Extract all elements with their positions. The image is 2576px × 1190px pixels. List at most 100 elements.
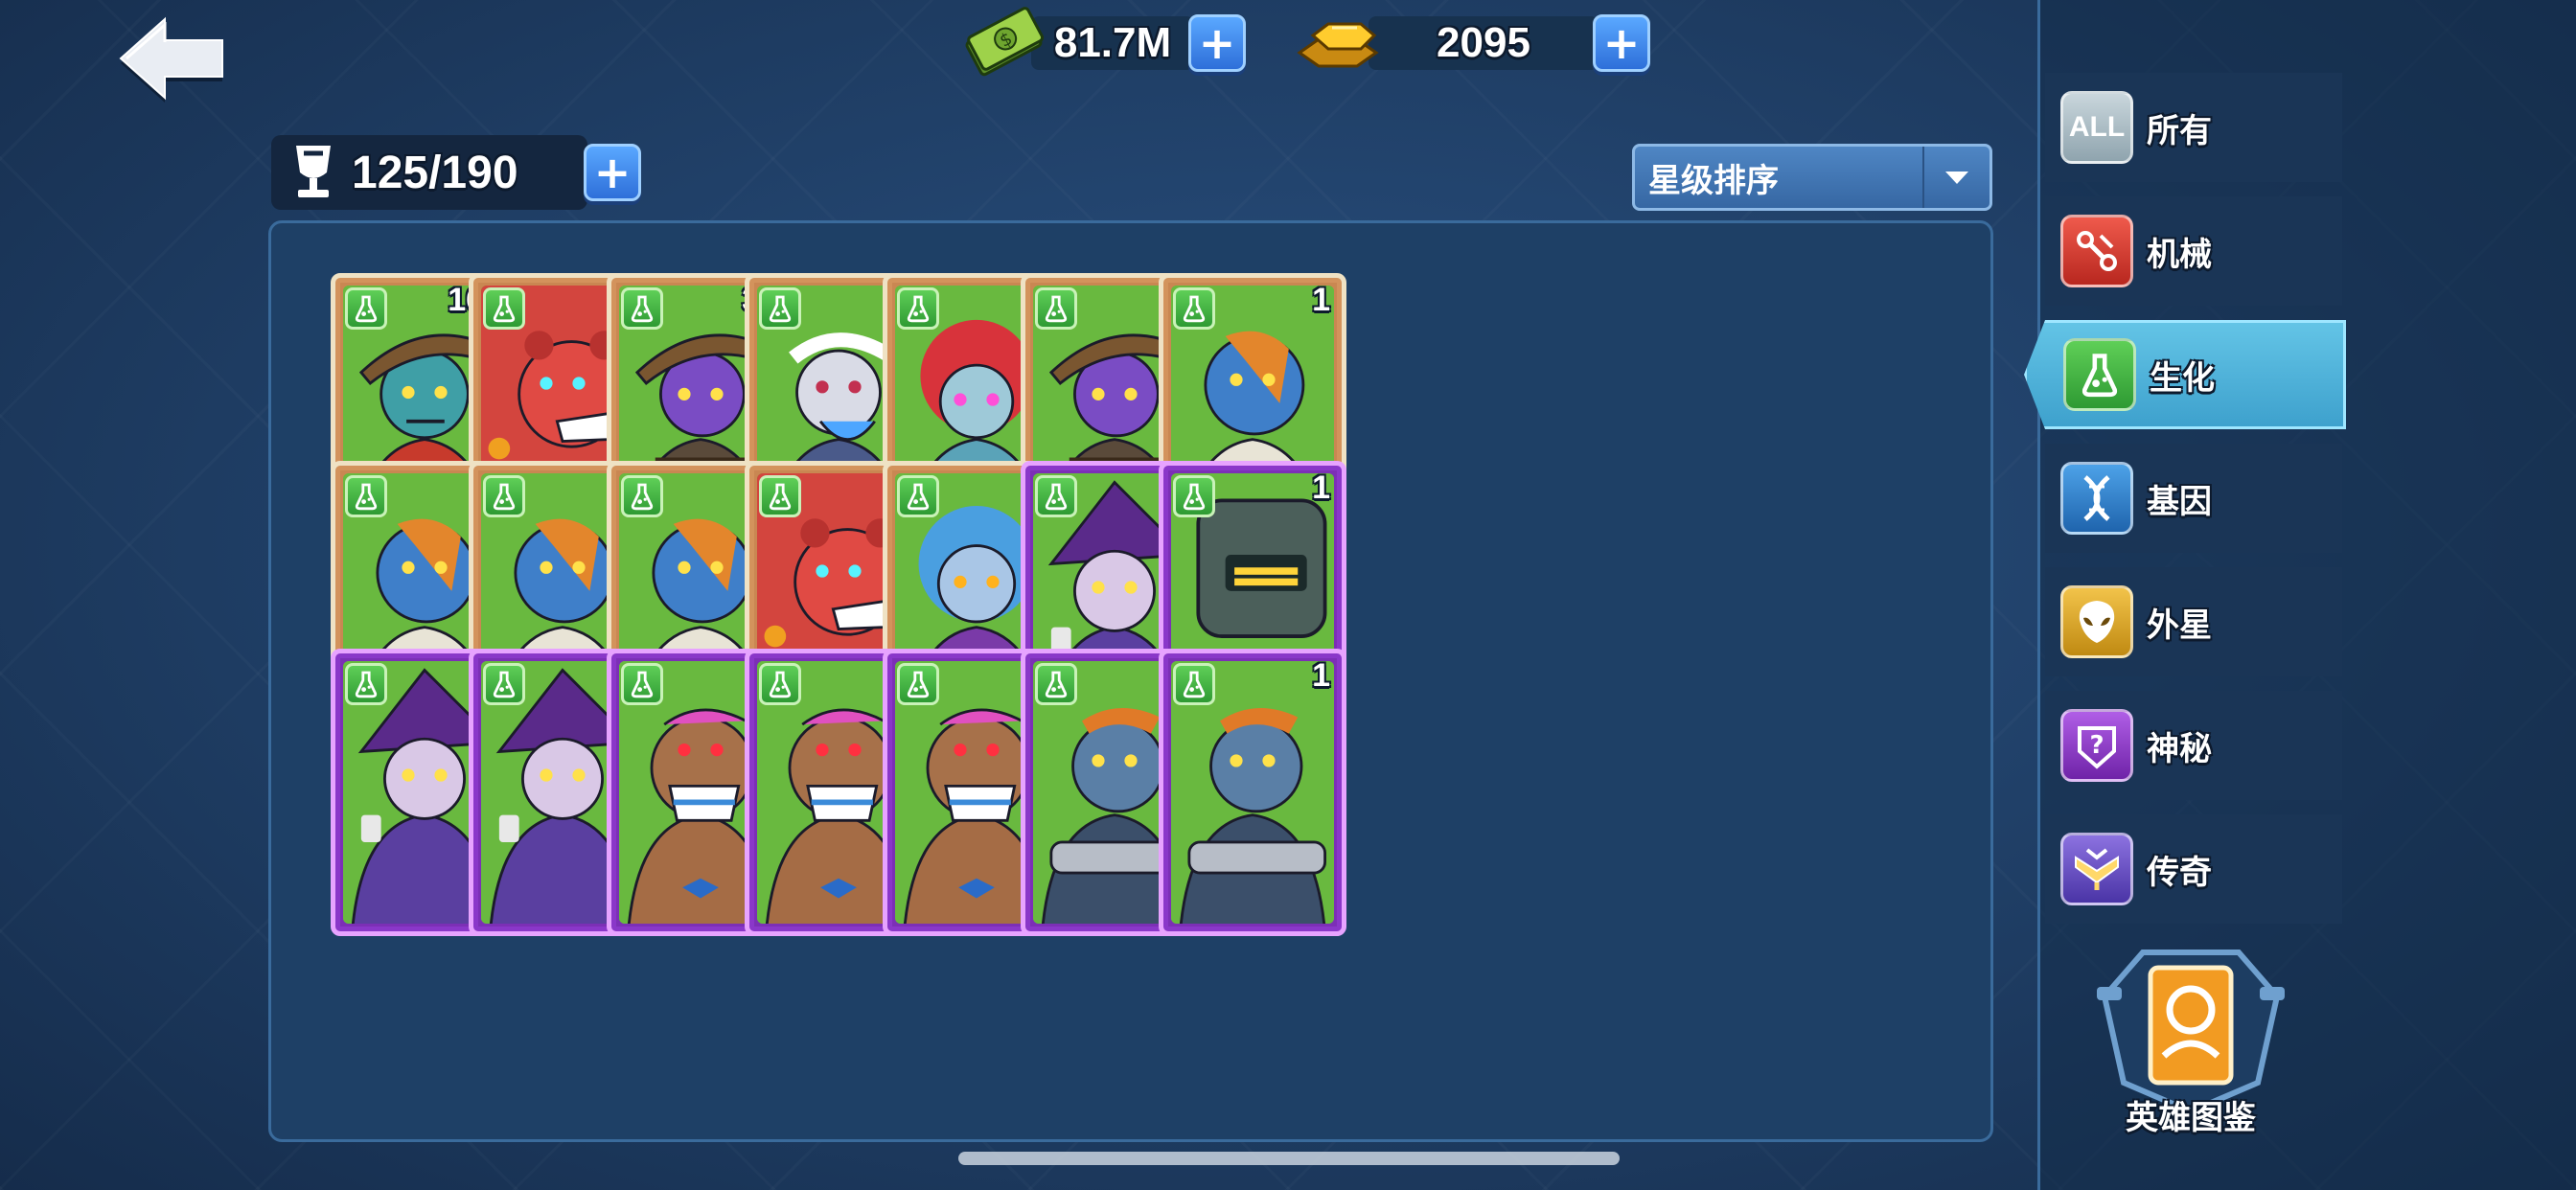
sort-dropdown[interactable]: 星级排序 xyxy=(1632,144,1992,211)
faction-badge xyxy=(1173,287,1215,330)
all-badge-text: ALL xyxy=(2068,111,2126,143)
expand-capacity-button[interactable]: + xyxy=(584,144,641,201)
faction-badge xyxy=(345,475,387,517)
biochemical-flask-icon xyxy=(769,295,792,323)
chevron-down-icon xyxy=(1945,172,1968,184)
biochemical-flask-icon xyxy=(631,295,654,323)
filter-all[interactable]: ALL 所有 xyxy=(2045,73,2342,182)
biochemical-flask-icon xyxy=(493,671,516,698)
hero-level: 1 xyxy=(1312,469,1330,506)
hero-codex-button[interactable]: 英雄图鉴 xyxy=(2085,939,2296,1150)
biochemical-flask-icon xyxy=(769,483,792,511)
biochemical-flask-icon xyxy=(1045,483,1068,511)
hero-grid[interactable]: 160★★ 1★ 30★★★★★ 1★★★★★ 1★★★★★ 1★★★★★ 1★… xyxy=(268,220,1993,1142)
biochemical-flask-icon xyxy=(907,295,930,323)
gold-value-pill: 2095 xyxy=(1368,16,1598,70)
biochemical-flask-icon xyxy=(493,483,516,511)
gold-bars-icon xyxy=(1297,22,1379,68)
biochemical-flask-icon xyxy=(1183,295,1206,323)
biochemical-flask-icon xyxy=(1045,671,1068,698)
cash-value-pill: 81.7M xyxy=(1031,16,1194,70)
faction-badge xyxy=(621,287,663,330)
hero-level: 1 xyxy=(1312,657,1330,694)
faction-badge xyxy=(1035,287,1077,330)
plus-icon: + xyxy=(1198,17,1236,69)
plus-icon: + xyxy=(1602,17,1641,69)
biochemical-flask-icon xyxy=(1183,483,1206,511)
biochemical-flask-icon xyxy=(631,483,654,511)
biochemical-flask-icon xyxy=(1183,671,1206,698)
hero-card[interactable]: 1 xyxy=(1159,649,1346,936)
scroll-indicator[interactable] xyxy=(958,1152,1620,1165)
filter-label: 外星 xyxy=(2147,606,2212,645)
add-gold-button[interactable]: + xyxy=(1593,14,1650,72)
filter-bio[interactable]: 生化 xyxy=(2024,320,2346,429)
faction-badge xyxy=(621,475,663,517)
legendary-chevron-icon xyxy=(2075,848,2119,890)
faction-badge xyxy=(345,663,387,705)
faction-badge xyxy=(759,663,801,705)
back-arrow-icon xyxy=(119,16,223,103)
biochemical-flask-icon-container xyxy=(2063,338,2136,411)
filter-gene[interactable]: 基因 xyxy=(2045,444,2342,553)
mystery-icon-container: ? xyxy=(2060,709,2133,782)
add-cash-button[interactable]: + xyxy=(1188,14,1246,72)
filter-label: 所有 xyxy=(2147,111,2212,150)
faction-badge xyxy=(759,475,801,517)
faction-badge xyxy=(483,475,525,517)
hero-level: 1 xyxy=(1312,282,1330,318)
faction-badge xyxy=(1173,663,1215,705)
faction-badge xyxy=(759,287,801,330)
faction-badge xyxy=(1173,475,1215,517)
dna-icon xyxy=(2083,475,2110,521)
faction-badge xyxy=(345,287,387,330)
cash-currency: $ 81.7M + xyxy=(962,7,1246,77)
filter-label: 传奇 xyxy=(2147,853,2212,892)
biochemical-flask-icon xyxy=(355,483,378,511)
dropdown-arrow-container xyxy=(1922,147,1990,208)
mechanical-icon xyxy=(2077,231,2117,271)
gold-currency: 2095 + xyxy=(1294,13,1650,73)
dna-icon-container xyxy=(2060,462,2133,535)
biochemical-flask-icon xyxy=(907,483,930,511)
legendary-chevron-icon-container xyxy=(2060,833,2133,905)
biochemical-flask-icon xyxy=(769,671,792,698)
filter-legend[interactable]: 传奇 xyxy=(2045,814,2342,924)
hero-codex-label: 英雄图鉴 xyxy=(2126,1099,2256,1137)
alien-icon-container xyxy=(2060,585,2133,658)
mechanical-icon-container xyxy=(2060,215,2133,287)
biochemical-flask-icon xyxy=(493,295,516,323)
plus-icon: + xyxy=(593,147,632,198)
trophy-icon xyxy=(296,146,331,197)
filter-label: 神秘 xyxy=(2147,729,2212,768)
faction-badge xyxy=(897,287,939,330)
back-button[interactable] xyxy=(115,13,230,103)
sort-label: 星级排序 xyxy=(1648,161,1779,200)
filter-label: 基因 xyxy=(2147,482,2212,521)
biochemical-flask-icon xyxy=(2082,354,2118,398)
filter-label: 生化 xyxy=(2150,358,2215,398)
capacity-value: 125/190 xyxy=(352,147,518,198)
faction-badge xyxy=(1035,663,1077,705)
biochemical-flask-icon xyxy=(1045,295,1068,323)
svg-text:?: ? xyxy=(2089,731,2104,760)
gold-value: 2095 xyxy=(1437,19,1530,66)
biochemical-flask-icon xyxy=(355,295,378,323)
faction-badge xyxy=(621,663,663,705)
mystery-icon: ? xyxy=(2078,726,2116,769)
faction-badge xyxy=(1035,475,1077,517)
biochemical-flask-icon xyxy=(907,671,930,698)
filter-mech[interactable]: 机械 xyxy=(2045,196,2342,306)
faction-badge xyxy=(483,287,525,330)
biochemical-flask-icon xyxy=(631,671,654,698)
faction-badge xyxy=(483,663,525,705)
cash-icon: $ xyxy=(965,7,1045,77)
filter-label: 机械 xyxy=(2147,235,2212,274)
filter-alien[interactable]: 外星 xyxy=(2045,567,2342,676)
biochemical-flask-icon xyxy=(355,671,378,698)
faction-badge xyxy=(897,475,939,517)
all-icon-container: ALL xyxy=(2060,91,2133,164)
faction-badge xyxy=(897,663,939,705)
filter-mystery[interactable]: ? 神秘 xyxy=(2045,691,2342,800)
alien-icon xyxy=(2079,601,2115,643)
